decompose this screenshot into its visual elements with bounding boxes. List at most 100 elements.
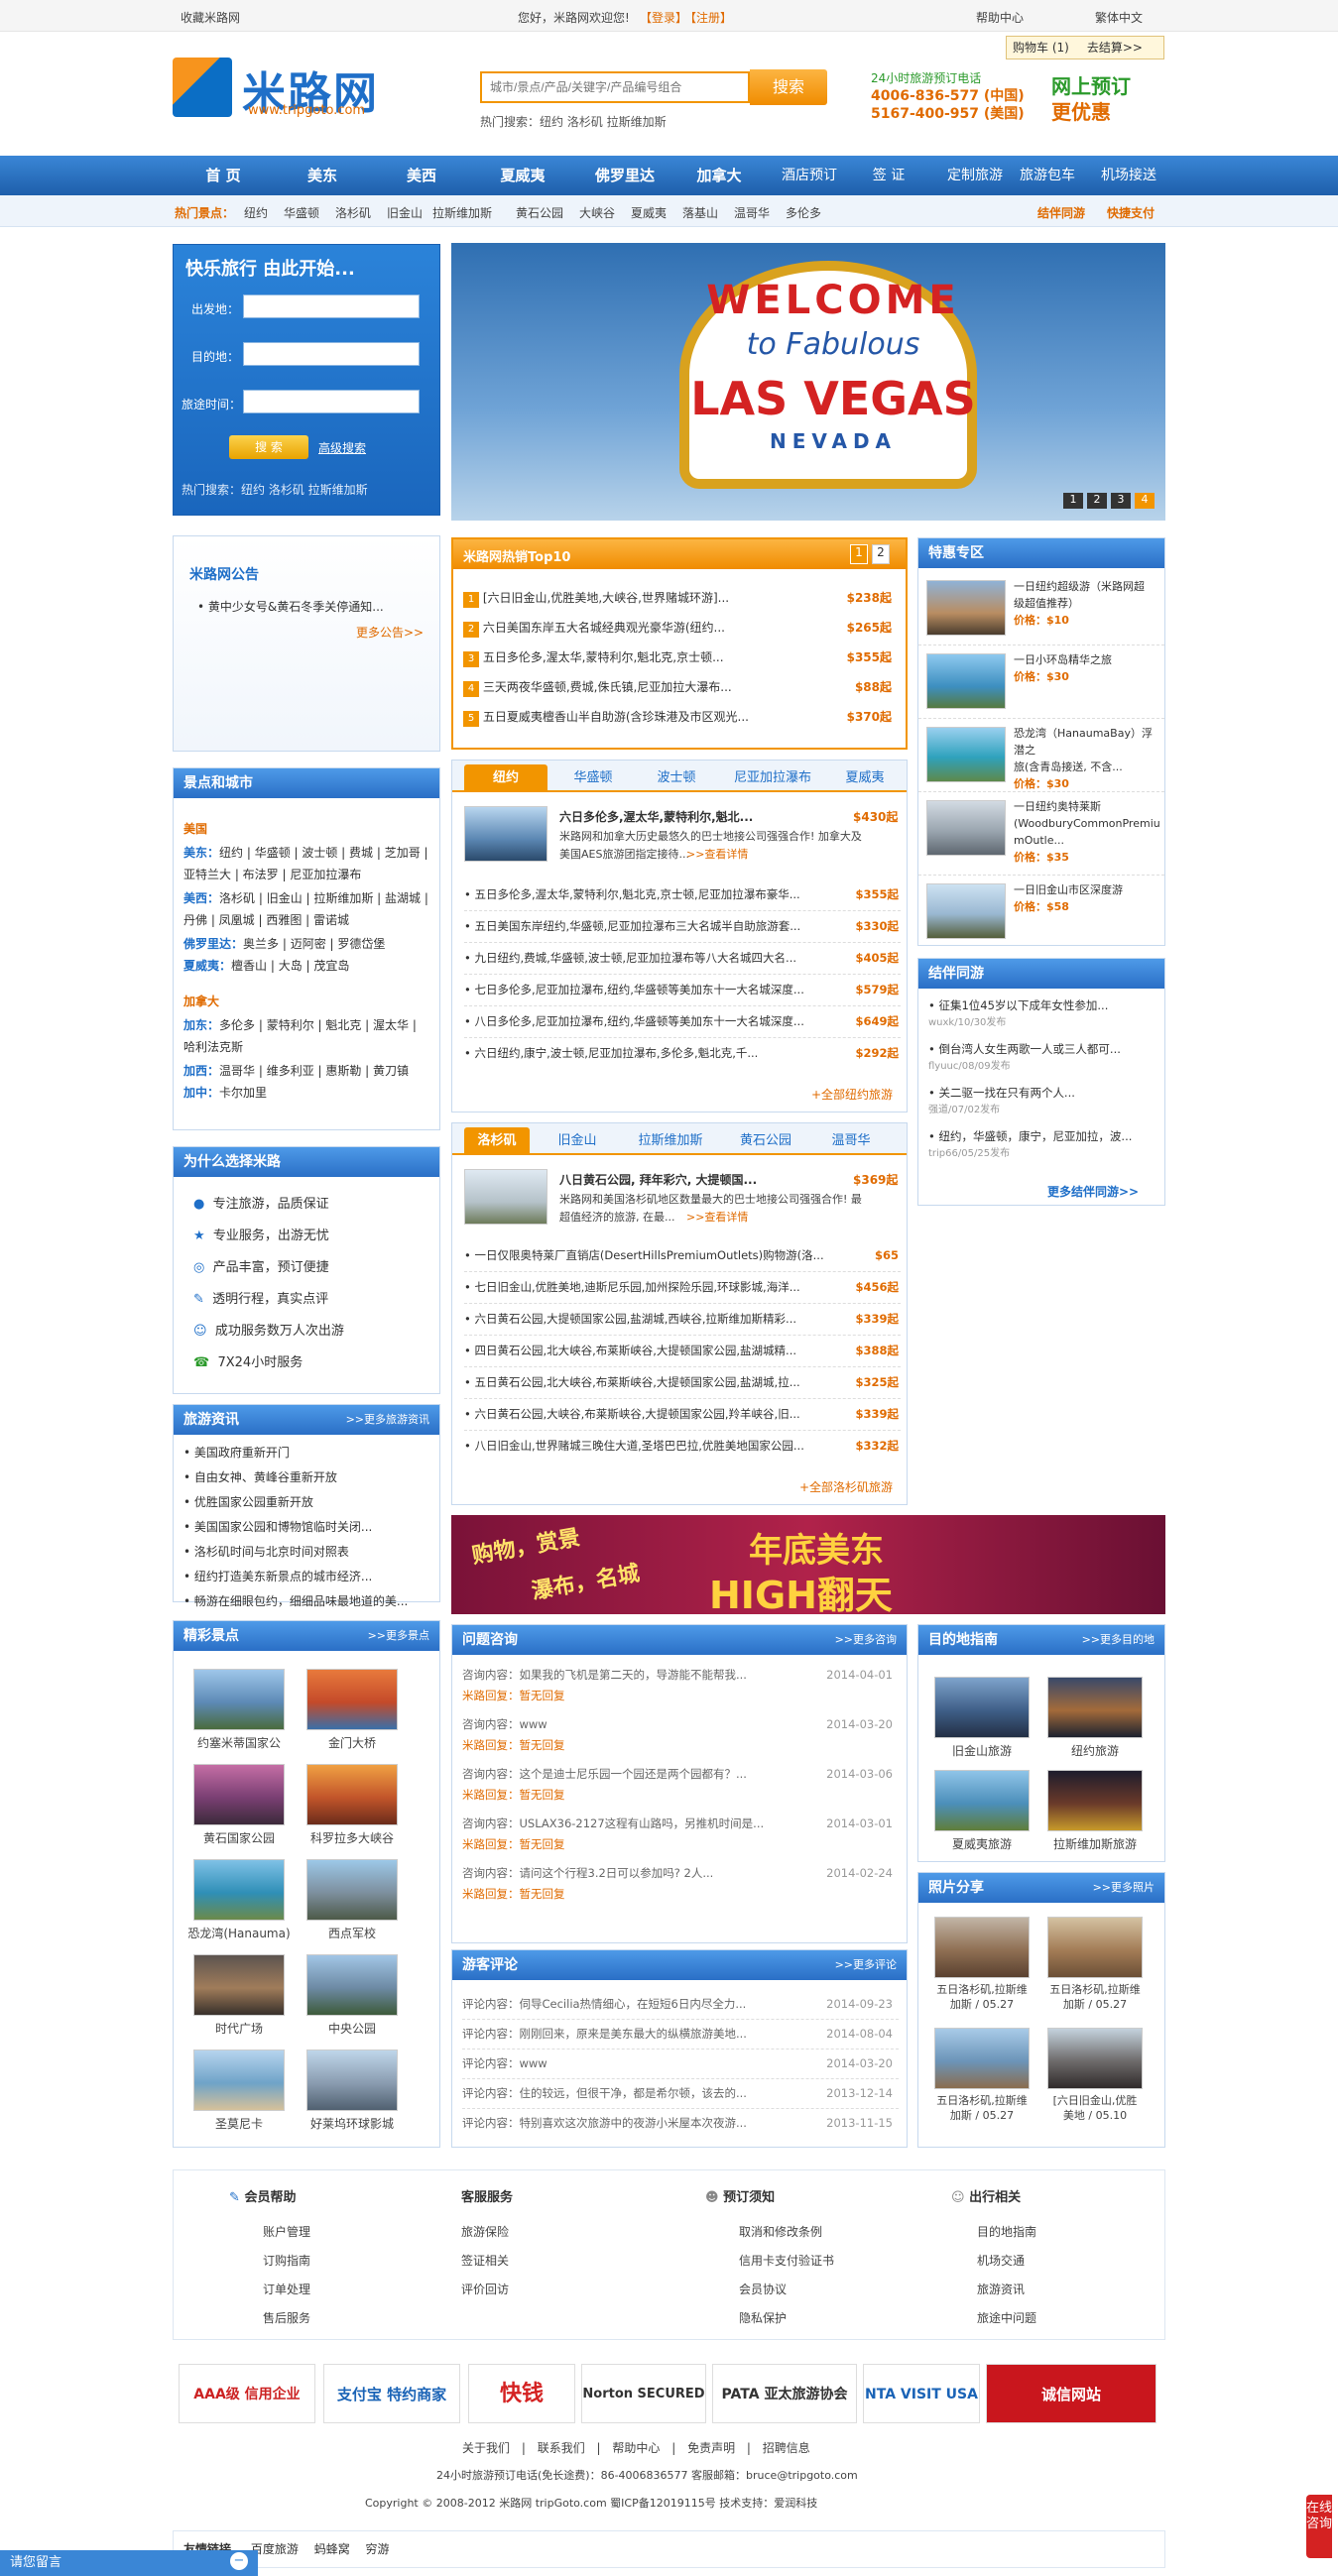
all-newyork-link[interactable]: +全部纽约旅游 xyxy=(811,1086,893,1103)
guide-thumb[interactable] xyxy=(934,1677,1030,1738)
spot-thumb[interactable] xyxy=(306,1859,398,1921)
guide-caption[interactable]: 夏威夷旅游 xyxy=(928,1835,1035,1852)
spot-thumb[interactable] xyxy=(193,1954,285,2016)
hot-spot-link[interactable]: 黄石公园 xyxy=(516,204,563,221)
nav-visa[interactable]: 签 证 xyxy=(859,156,918,195)
logo-icon[interactable] xyxy=(173,58,232,117)
banner-page-1[interactable]: 1 xyxy=(1063,493,1083,509)
spot-caption[interactable]: 时代广场 xyxy=(183,2020,295,2037)
nav-airport[interactable]: 机场接送 xyxy=(1089,156,1168,195)
spot-caption[interactable]: 金门大桥 xyxy=(297,1734,408,1751)
guide-thumb[interactable] xyxy=(1047,1770,1143,1831)
hot-spot-link[interactable]: 多伦多 xyxy=(786,204,821,221)
consult-list[interactable]: 咨询内容：如果我的飞机是第二天的，导游能不能帮我... 2014-04-01 米路回… xyxy=(462,1665,899,1905)
online-consult-tab[interactable]: 在线咨询 xyxy=(1306,2495,1332,2558)
from-input[interactable] xyxy=(243,294,420,318)
nav-canada[interactable]: 加拿大 xyxy=(684,156,754,195)
news-more[interactable]: >>更多旅游资讯 xyxy=(346,1405,429,1435)
nav-florida[interactable]: 佛罗里达 xyxy=(580,156,669,195)
hot-search[interactable]: 热门搜索：纽约 洛杉矶 拉斯维加斯 xyxy=(480,113,667,130)
tab-niagara[interactable]: 尼亚加拉瀑布 xyxy=(718,764,827,792)
spot-thumb[interactable] xyxy=(193,2049,285,2111)
photo-thumb[interactable] xyxy=(1047,2028,1143,2089)
guide-caption[interactable]: 拉斯维加斯旅游 xyxy=(1041,1835,1149,1852)
feature-more[interactable]: >>查看详情 xyxy=(686,1209,748,1225)
reviews-list[interactable]: 评论内容：伺导Cecilia热情细心，在短短6日内尽全力... 2014-09-2… xyxy=(462,1990,899,2138)
spot-thumb[interactable] xyxy=(306,1954,398,2016)
hot-spot-link[interactable]: 华盛顿 xyxy=(284,204,319,221)
hot-spot-link[interactable]: 旧金山 xyxy=(387,204,423,221)
date-input[interactable] xyxy=(243,390,420,413)
feature-thumb[interactable] xyxy=(464,806,547,862)
nav-charter[interactable]: 旅游包车 xyxy=(1008,156,1087,195)
cart-button[interactable]: 购物车 (1) 去结算>> xyxy=(1006,36,1164,59)
spot-thumb[interactable] xyxy=(193,1859,285,1921)
nav-hotel[interactable]: 酒店预订 xyxy=(770,156,849,195)
feature-thumb[interactable] xyxy=(464,1169,547,1225)
tab-lasvegas[interactable]: 拉斯维加斯 xyxy=(621,1127,720,1155)
spot-caption[interactable]: 中央公园 xyxy=(297,2020,408,2037)
friend-link[interactable]: 百度旅游 xyxy=(251,2542,299,2556)
feature-title[interactable]: 六日多伦多,渥太华,蒙特利尔,魁北... xyxy=(559,808,753,825)
footer-links[interactable]: 目的地指南 机场交通 旅游资讯 旅途中问题 xyxy=(977,2218,1036,2333)
partner-link[interactable]: 结伴同游 xyxy=(1037,204,1085,221)
promo-banner[interactable]: 购物，赏景 瀑布，名城 年底美东 HIGH翻天 xyxy=(451,1515,1165,1614)
us-city-list[interactable]: 美东：纽约 | 华盛顿 | 波士顿 | 费城 | 芝加哥 | 亚特兰大 | 布法… xyxy=(183,842,431,977)
spot-caption[interactable]: 好莱坞环球影城 xyxy=(297,2115,408,2132)
spots-more[interactable]: >>更多景点 xyxy=(368,1621,429,1651)
banner-page-2[interactable]: 2 xyxy=(1087,493,1107,509)
panel-hot-search[interactable]: 热门搜索：纽约 洛杉矶 拉斯维加斯 xyxy=(182,481,368,498)
footer-links[interactable]: 旅游保险 签证相关 评价回访 xyxy=(461,2218,509,2304)
canada-city-list[interactable]: 加东：多伦多 | 蒙特利尔 | 魁北克 | 渥太华 | 哈利法克斯 加西：温哥华… xyxy=(183,1014,431,1104)
friend-link[interactable]: 穷游 xyxy=(366,2542,390,2556)
tab-washington[interactable]: 华盛顿 xyxy=(551,764,635,792)
news-list[interactable]: • 美国政府重新开门 • 自由女神、黄峰谷重新开放 • 优胜国家公园重新开放 • 美国… xyxy=(183,1441,431,1614)
photo-caption[interactable]: [六日旧金山,优胜 美地 / 05.10 xyxy=(1037,2093,1153,2123)
help-center-link[interactable]: 帮助中心 xyxy=(976,9,1024,26)
tab-yellowstone[interactable]: 黄石公园 xyxy=(724,1127,807,1155)
tab-sanfrancisco[interactable]: 旧金山 xyxy=(536,1127,619,1155)
spot-thumb[interactable] xyxy=(306,1764,398,1825)
spot-thumb[interactable] xyxy=(306,2049,398,2111)
language-link[interactable]: 繁体中文 xyxy=(1095,9,1143,26)
tab-losangeles[interactable]: 洛杉矶 xyxy=(464,1127,530,1155)
hot-spot-link[interactable]: 拉斯维加斯 xyxy=(432,204,492,221)
footer-links[interactable]: 取消和修改条例 信用卡支付验证书 会员协议 隐私保护 xyxy=(739,2218,834,2333)
nav-us-west[interactable]: 美西 xyxy=(387,156,456,195)
spot-caption[interactable]: 恐龙湾(Hanauma) xyxy=(183,1925,295,1941)
login-link[interactable]: 【登录】 xyxy=(640,9,687,26)
photo-caption[interactable]: 五日洛杉矶,拉斯维 加斯 / 05.27 xyxy=(1037,1982,1153,2012)
search-input[interactable] xyxy=(480,71,750,103)
tab-vancouver[interactable]: 温哥华 xyxy=(813,1127,889,1155)
photo-thumb[interactable] xyxy=(934,2028,1030,2089)
hot-spot-link[interactable]: 落基山 xyxy=(682,204,718,221)
spot-thumb[interactable] xyxy=(306,1669,398,1730)
partner-more[interactable]: 更多结伴同游>> xyxy=(1047,1183,1139,1200)
leave-message-bar[interactable]: 请您留言 − xyxy=(0,2550,258,2576)
spot-caption[interactable]: 科罗拉多大峡谷 xyxy=(297,1829,408,1846)
favorite-link[interactable]: 收藏米路网 xyxy=(181,9,240,26)
spot-caption[interactable]: 西点军校 xyxy=(297,1925,408,1941)
tab-newyork[interactable]: 纽约 xyxy=(464,764,547,792)
banner-slideshow[interactable]: WELCOME to Fabulous LAS VEGAS NEVADA 1 2… xyxy=(451,243,1165,521)
banner-page-3[interactable]: 3 xyxy=(1111,493,1131,509)
special-list[interactable]: 一日纽约超级游（米路网超 级超值推荐） 价格：$10 一日小环岛精华之旅 价格：$30… xyxy=(918,572,1164,945)
badge-pata[interactable]: PATA 亚太旅游协会 xyxy=(712,2364,857,2423)
all-la-link[interactable]: +全部洛杉矶旅游 xyxy=(799,1478,893,1495)
tour-list-west[interactable]: • 一日仅限奥特莱厂直销店(DesertHillsPremiumOutlets)… xyxy=(464,1240,901,1462)
nav-us-east[interactable]: 美东 xyxy=(288,156,357,195)
hot-spot-link[interactable]: 洛杉矶 xyxy=(335,204,371,221)
photos-more[interactable]: >>更多照片 xyxy=(1093,1873,1155,1903)
nav-home[interactable]: 首 页 xyxy=(188,156,258,195)
top10-page-1[interactable]: 1 xyxy=(850,544,868,564)
notice-item[interactable]: • 黄中少女号&黄石冬季关停通知... xyxy=(197,598,384,615)
tab-boston[interactable]: 波士顿 xyxy=(635,764,718,792)
badge-trust[interactable]: 诚信网站 xyxy=(986,2364,1156,2423)
spot-thumb[interactable] xyxy=(193,1764,285,1825)
guide-caption[interactable]: 旧金山旅游 xyxy=(928,1742,1035,1759)
photo-thumb[interactable] xyxy=(1047,1917,1143,1978)
banner-page-4[interactable]: 4 xyxy=(1135,493,1155,509)
hot-spot-link[interactable]: 纽约 xyxy=(244,204,268,221)
feature-more[interactable]: >>查看详情 xyxy=(686,846,748,862)
search-panel-button[interactable]: 搜 索 xyxy=(229,435,308,459)
